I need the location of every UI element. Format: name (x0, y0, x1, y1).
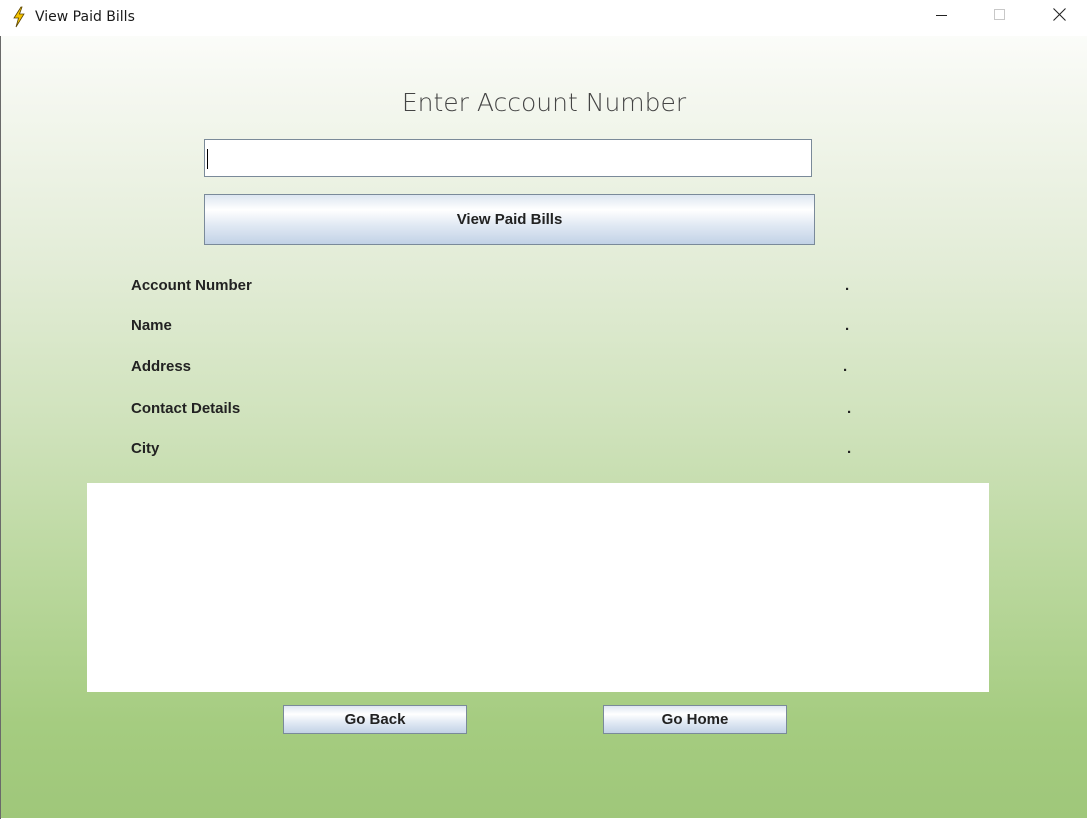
label-contact-details: Contact Details (131, 400, 241, 417)
window-title: View Paid Bills (35, 9, 135, 25)
minimize-icon (936, 8, 948, 26)
value-city: . (847, 440, 852, 457)
label-name: Name (131, 317, 172, 334)
value-address: . (843, 358, 848, 375)
label-address: Address (131, 358, 192, 375)
view-paid-bills-button[interactable]: View Paid Bills (204, 194, 815, 245)
close-button[interactable] (1030, 0, 1088, 34)
minimize-button[interactable] (913, 0, 971, 34)
title-bar: View Paid Bills (0, 0, 1089, 36)
value-name: . (845, 317, 850, 334)
close-icon (1052, 8, 1066, 26)
account-number-input[interactable] (204, 139, 812, 177)
go-back-button[interactable]: Go Back (283, 705, 467, 734)
label-city: City (131, 440, 160, 457)
bills-results-area[interactable] (87, 483, 989, 692)
lightning-bolt-icon (11, 6, 27, 28)
text-caret (207, 149, 208, 169)
maximize-button[interactable] (971, 0, 1029, 34)
value-account-number: . (845, 277, 850, 294)
page-heading: Enter Account Number (401, 88, 687, 117)
main-panel: Enter Account Number View Paid Bills Acc… (1, 36, 1087, 818)
go-home-button[interactable]: Go Home (603, 705, 787, 734)
value-contact-details: . (847, 400, 852, 417)
label-account-number: Account Number (131, 277, 252, 294)
maximize-icon (994, 8, 1006, 26)
